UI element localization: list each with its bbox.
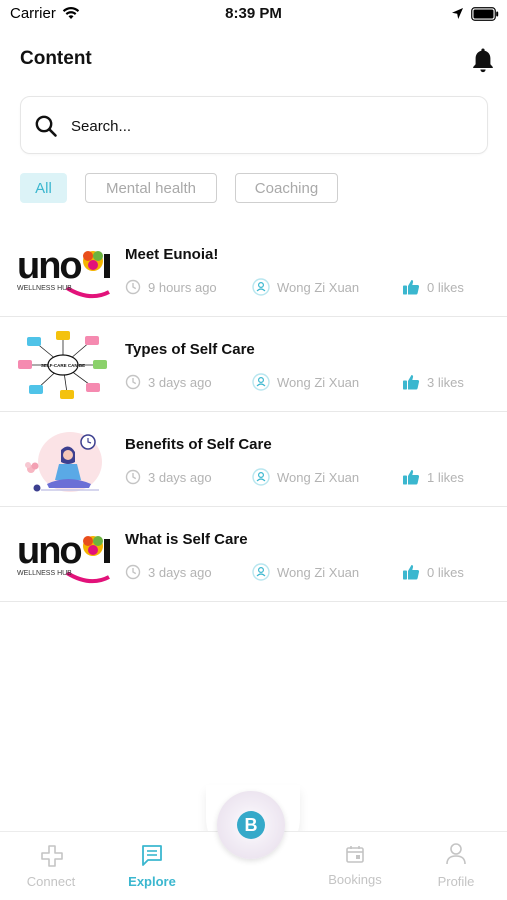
location-arrow-icon xyxy=(452,8,463,19)
article-title[interactable]: Meet Eunoia! xyxy=(125,246,218,263)
search-input[interactable] xyxy=(71,114,471,138)
self-care-mindmap-thumbnail: SELF-CARE CAN BE xyxy=(15,327,112,402)
person-icon xyxy=(446,843,466,865)
article-author: Wong Zi Xuan xyxy=(252,467,359,487)
brand-logo-icon: B xyxy=(237,811,265,839)
status-bar: Carrier 8:39 PM xyxy=(0,0,507,28)
user-icon xyxy=(252,468,270,486)
article-likes[interactable]: 0 likes xyxy=(402,562,464,582)
clock-icon xyxy=(125,564,141,580)
thumbs-up-icon xyxy=(403,565,420,580)
logo-caption: WELLNESS HUB xyxy=(17,285,72,292)
article-item[interactable]: Benefits of Self Care 3 days ago Wong Zi… xyxy=(0,412,507,507)
nav-profile[interactable]: Profile xyxy=(406,832,506,900)
calendar-icon xyxy=(346,846,364,863)
article-item[interactable]: uno WELLNESS HUB What is Self Care 3 day… xyxy=(0,507,507,602)
page-title: Content xyxy=(20,48,92,69)
nav-bookings-label: Bookings xyxy=(328,872,382,887)
thumbs-up-icon xyxy=(403,280,420,295)
eunoia-logo-thumbnail: uno WELLNESS HUB xyxy=(15,232,112,307)
notification-bell-icon[interactable] xyxy=(470,46,496,74)
medical-cross-icon xyxy=(41,845,63,867)
battery-icon xyxy=(471,7,499,21)
clock-icon xyxy=(125,374,141,390)
nav-explore-label: Explore xyxy=(128,874,176,889)
clock-icon xyxy=(125,469,141,485)
article-title[interactable]: Types of Self Care xyxy=(125,341,255,358)
nav-explore[interactable]: Explore xyxy=(102,832,202,900)
filter-chip-coaching[interactable]: Coaching xyxy=(235,173,338,203)
meditation-illustration-thumbnail xyxy=(15,422,112,497)
article-likes[interactable]: 3 likes xyxy=(402,372,464,392)
clock-icon xyxy=(125,279,141,295)
svg-text:uno: uno xyxy=(17,530,81,572)
thumbs-up-icon xyxy=(403,375,420,390)
mindmap-center-label: SELF-CARE CAN BE xyxy=(41,363,85,368)
user-icon xyxy=(252,373,270,391)
article-time: 3 days ago xyxy=(125,562,212,582)
article-author: Wong Zi Xuan xyxy=(252,277,359,297)
search-box[interactable] xyxy=(20,96,488,154)
user-icon xyxy=(252,278,270,296)
filter-chip-all[interactable]: All xyxy=(20,173,67,203)
filter-chip-mental-health[interactable]: Mental health xyxy=(85,173,217,203)
nav-connect[interactable]: Connect xyxy=(1,832,101,900)
article-item[interactable]: uno WELLNESS HUB Meet Eunoia! 9 hours ag… xyxy=(0,222,507,317)
user-icon xyxy=(252,563,270,581)
eunoia-logo-thumbnail: uno WELLNESS HUB xyxy=(15,517,112,592)
article-time: 3 days ago xyxy=(125,372,212,392)
article-likes[interactable]: 0 likes xyxy=(402,277,464,297)
article-author: Wong Zi Xuan xyxy=(252,562,359,582)
thumbs-up-icon xyxy=(403,470,420,485)
article-author: Wong Zi Xuan xyxy=(252,372,359,392)
article-time: 3 days ago xyxy=(125,467,212,487)
chat-bubble-icon xyxy=(142,845,162,866)
status-time: 8:39 PM xyxy=(225,5,282,22)
nav-bookings[interactable]: Bookings xyxy=(305,832,405,900)
logo-caption: WELLNESS HUB xyxy=(17,570,72,577)
article-title[interactable]: What is Self Care xyxy=(125,531,248,548)
article-time: 9 hours ago xyxy=(125,277,217,297)
nav-connect-label: Connect xyxy=(26,874,76,889)
article-list: uno WELLNESS HUB Meet Eunoia! 9 hours ag… xyxy=(0,222,507,602)
article-item[interactable]: SELF-CARE CAN BE Types of Self Care 3 da… xyxy=(0,317,507,412)
svg-text:uno: uno xyxy=(17,245,81,287)
center-home-button[interactable]: B xyxy=(217,791,285,859)
nav-profile-label: Profile xyxy=(437,874,475,889)
search-icon xyxy=(35,115,57,137)
article-likes[interactable]: 1 likes xyxy=(402,467,464,487)
article-title[interactable]: Benefits of Self Care xyxy=(125,436,272,453)
